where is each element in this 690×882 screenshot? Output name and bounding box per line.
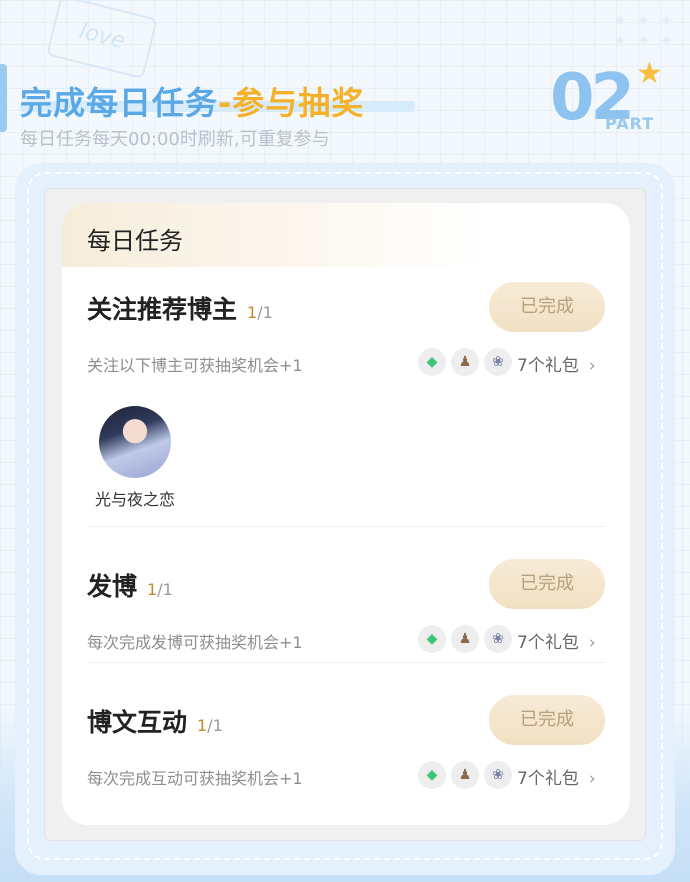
love-tag-decoration: love — [45, 0, 159, 80]
task-progress: 1/1 — [197, 716, 223, 735]
header-side-bar — [0, 64, 7, 132]
recommended-blogger[interactable]: 光与夜之恋 — [87, 406, 183, 510]
page-title: 完成每日任务-参与抽奖 — [20, 78, 364, 124]
part-label: PART — [605, 114, 655, 133]
part-badge: 02 PART ★ — [550, 56, 680, 144]
figure-icon: ♟ — [451, 761, 479, 789]
star-icon: ★ — [636, 56, 663, 91]
figure-icon: ♟ — [451, 348, 479, 376]
task-description: 每次完成发博可获抽奖机会+1 — [87, 633, 303, 652]
divider — [87, 662, 605, 663]
task-post: 发博 1/1 已完成 每次完成发博可获抽奖机会+1 ◆ ♟ ❀ 7个礼包 › — [62, 559, 630, 687]
page-title-main: 完成每日任务 — [20, 84, 219, 122]
task-description: 关注以下博主可获抽奖机会+1 — [87, 356, 303, 375]
avatar[interactable] — [99, 406, 171, 478]
task-description: 每次完成互动可获抽奖机会+1 — [87, 769, 303, 788]
diamond-icon: ◆ — [418, 761, 446, 789]
task-follow: 关注推荐博主 1/1 已完成 关注以下博主可获抽奖机会+1 ◆ ♟ ❀ 7个礼包 › — [62, 282, 630, 410]
diamond-icon: ◆ — [418, 348, 446, 376]
page-title-accent: -参与抽奖 — [218, 84, 365, 122]
completed-button[interactable]: 已完成 — [489, 695, 605, 745]
task-progress: 1/1 — [147, 580, 173, 599]
chevron-right-icon: › — [588, 356, 596, 376]
daily-task-card: 每日任务 关注推荐博主 1/1 已完成 关注以下博主可获抽奖机会+1 ◆ ♟ ❀ … — [62, 203, 630, 825]
task-progress: 1/1 — [247, 303, 273, 322]
chevron-right-icon: › — [588, 769, 596, 789]
rewards-label: 7个礼包 — [517, 769, 579, 789]
completed-button[interactable]: 已完成 — [489, 559, 605, 609]
task-interact: 博文互动 1/1 已完成 每次完成互动可获抽奖机会+1 ◆ ♟ ❀ 7个礼包 › — [62, 695, 630, 823]
blogger-name: 光与夜之恋 — [94, 490, 175, 509]
page-subtitle: 每日任务每天00:00时刷新,可重复参与 — [20, 129, 330, 150]
badge-icon: ❀ — [484, 348, 512, 376]
badge-icon: ❀ — [484, 761, 512, 789]
task-name: 发博 1/1 — [87, 572, 173, 601]
sparkle-decoration: ✦✦✦ ✦✦✦ — [612, 11, 682, 52]
rewards-label: 7个礼包 — [517, 356, 579, 376]
figure-icon: ♟ — [451, 625, 479, 653]
rewards-label: 7个礼包 — [517, 633, 579, 653]
task-name: 关注推荐博主 1/1 — [87, 295, 273, 324]
card-title: 每日任务 — [87, 227, 183, 255]
badge-icon: ❀ — [484, 625, 512, 653]
diamond-icon: ◆ — [418, 625, 446, 653]
task-name: 博文互动 1/1 — [87, 708, 223, 737]
completed-button[interactable]: 已完成 — [489, 282, 605, 332]
chevron-right-icon: › — [588, 633, 596, 653]
divider — [87, 526, 605, 527]
